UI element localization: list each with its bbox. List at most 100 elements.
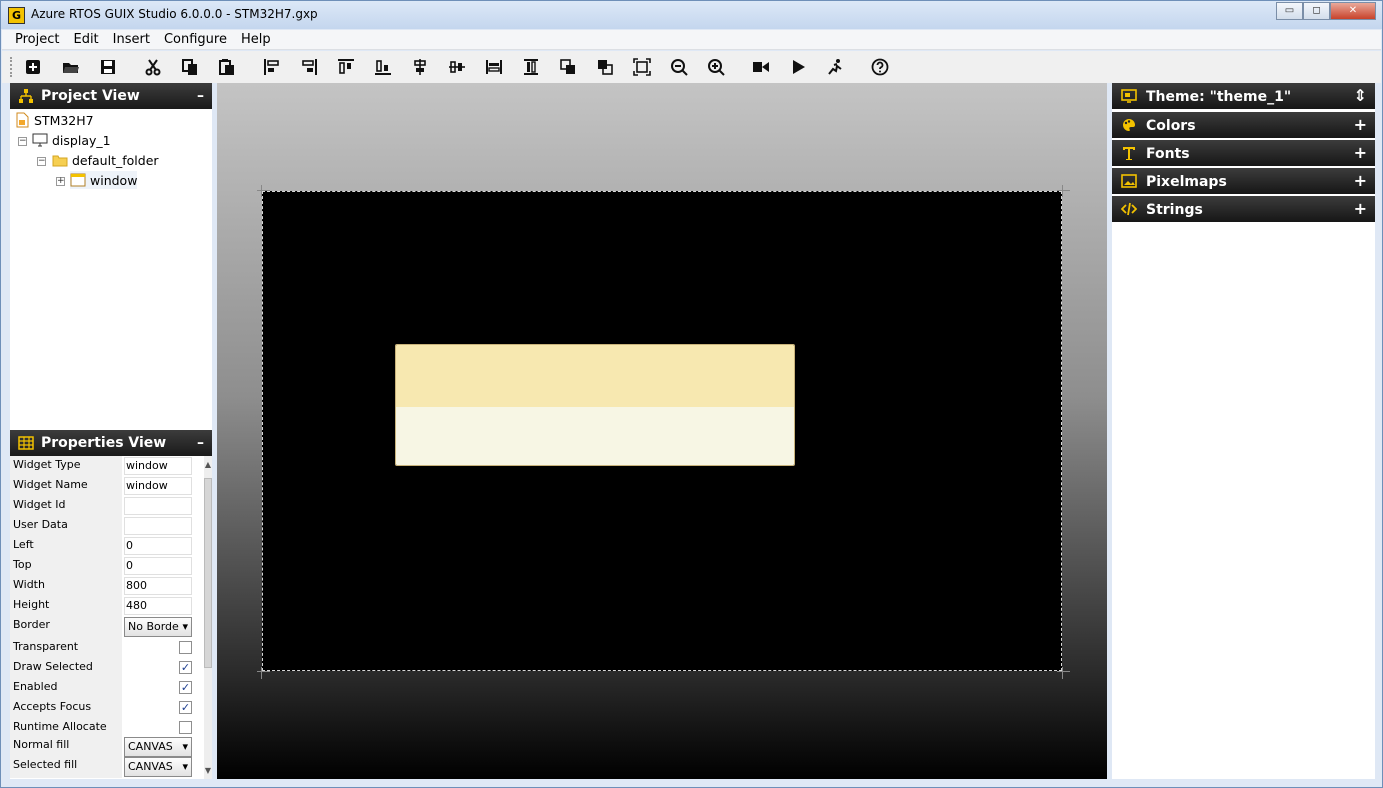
toolbar-grip[interactable]	[10, 57, 12, 77]
prop-row-left: Left 0	[10, 536, 194, 556]
prop-label: Border	[10, 616, 122, 638]
accepts-focus-checkbox[interactable]: ✓	[179, 701, 192, 714]
scrollbar-thumb[interactable]	[204, 478, 212, 668]
width-field[interactable]: 800	[124, 577, 192, 595]
fonts-header[interactable]: Fonts +	[1112, 140, 1375, 166]
properties-grid: Widget Type window Widget Name window Widg…	[10, 456, 212, 779]
vertical-center-icon[interactable]	[409, 56, 431, 78]
properties-scrollbar[interactable]: ▲ ▼	[204, 456, 212, 779]
height-field[interactable]: 480	[124, 597, 192, 615]
equal-width-icon[interactable]	[483, 56, 505, 78]
display-window[interactable]	[262, 191, 1062, 671]
border-select[interactable]: No Borde	[124, 617, 192, 637]
properties-view-collapse-button[interactable]: –	[197, 430, 204, 456]
prop-label: Widget Id	[10, 496, 122, 516]
tree-node-display[interactable]: display_1	[32, 131, 111, 149]
tree-node-label: window	[90, 172, 138, 188]
zoom-out-icon[interactable]	[668, 56, 690, 78]
project-view-collapse-button[interactable]: –	[197, 83, 204, 109]
selected-fill-select[interactable]: CANVAS	[124, 757, 192, 777]
colors-header[interactable]: Colors +	[1112, 112, 1375, 138]
equal-height-icon[interactable]	[520, 56, 542, 78]
crop-mark	[1062, 667, 1063, 679]
expander-collapse-icon[interactable]: −	[37, 157, 46, 166]
design-canvas-area[interactable]	[217, 83, 1107, 779]
tree-node-folder[interactable]: default_folder	[52, 151, 159, 169]
new-project-icon[interactable]	[22, 56, 44, 78]
move-to-back-icon[interactable]	[594, 56, 616, 78]
colors-expand-icon[interactable]: +	[1354, 112, 1367, 138]
runtime-allocate-checkbox[interactable]	[179, 721, 192, 734]
strings-expand-icon[interactable]: +	[1354, 196, 1367, 222]
menu-insert[interactable]: Insert	[106, 30, 157, 49]
paste-icon[interactable]	[216, 56, 238, 78]
record-macro-icon[interactable]	[750, 56, 772, 78]
open-folder-icon[interactable]	[60, 56, 82, 78]
menu-project[interactable]: Project	[8, 30, 66, 49]
widget-name-field[interactable]: window	[124, 477, 192, 495]
theme-header[interactable]: Theme: "theme_1" ⇕	[1112, 83, 1375, 109]
user-data-field[interactable]	[124, 517, 192, 535]
horizontal-center-icon[interactable]	[446, 56, 468, 78]
scroll-down-icon[interactable]: ▼	[204, 766, 212, 775]
prop-row-widget-name: Widget Name window	[10, 476, 194, 496]
play-icon[interactable]	[787, 56, 809, 78]
window-title: Azure RTOS GUIX Studio 6.0.0.0 - STM32H7…	[31, 7, 318, 21]
normal-fill-select[interactable]: CANVAS	[124, 737, 192, 757]
strings-label: Strings	[1146, 202, 1203, 218]
menu-help[interactable]: Help	[234, 30, 278, 49]
top-field[interactable]: 0	[124, 557, 192, 575]
crop-mark	[1062, 185, 1063, 197]
widget-id-field[interactable]	[124, 497, 192, 515]
window-icon	[70, 173, 86, 187]
fonts-expand-icon[interactable]: +	[1354, 140, 1367, 166]
widget-type-field[interactable]: window	[124, 457, 192, 475]
move-to-front-icon[interactable]	[557, 56, 579, 78]
tree-node-window[interactable]: window	[70, 171, 138, 189]
prop-row-width: Width 800	[10, 576, 194, 596]
prop-label: Transparent	[10, 638, 122, 658]
resource-panel: Theme: "theme_1" ⇕ Colors + Fonts + Pixe…	[1112, 83, 1375, 779]
maximize-button[interactable]: ◻	[1303, 2, 1330, 20]
align-bottom-icon[interactable]	[372, 56, 394, 78]
prop-row-draw-selected: Draw Selected ✓	[10, 658, 194, 678]
prop-row-runtime-allocate: Runtime Allocate	[10, 718, 194, 738]
prompt-widget[interactable]	[395, 344, 795, 466]
strings-header[interactable]: Strings +	[1112, 196, 1375, 222]
prop-row-widget-id: Widget Id	[10, 496, 194, 516]
image-icon	[1121, 174, 1137, 188]
grid-icon	[18, 436, 34, 450]
tree-node-project[interactable]: STM32H7	[14, 111, 94, 129]
prop-row-transparent: Transparent	[10, 638, 194, 658]
expander-expand-icon[interactable]: +	[56, 177, 65, 186]
menu-edit[interactable]: Edit	[66, 30, 105, 49]
align-left-icon[interactable]	[261, 56, 283, 78]
zoom-in-icon[interactable]	[705, 56, 727, 78]
scroll-up-icon[interactable]: ▲	[204, 460, 212, 469]
font-icon	[1123, 147, 1135, 160]
crop-mark	[257, 671, 270, 672]
folder-icon	[52, 155, 68, 167]
run-app-icon[interactable]	[824, 56, 846, 78]
size-to-fit-icon[interactable]	[631, 56, 653, 78]
align-top-icon[interactable]	[335, 56, 357, 78]
align-right-icon[interactable]	[298, 56, 320, 78]
prop-label: Runtime Allocate	[10, 718, 122, 738]
minimize-button[interactable]: ▭	[1276, 2, 1303, 20]
transparent-checkbox[interactable]	[179, 641, 192, 654]
help-icon[interactable]	[869, 56, 891, 78]
pixelmaps-expand-icon[interactable]: +	[1354, 168, 1367, 194]
theme-selector-icon[interactable]: ⇕	[1354, 83, 1367, 109]
copy-icon[interactable]	[179, 56, 201, 78]
enabled-checkbox[interactable]: ✓	[179, 681, 192, 694]
prop-row-widget-type: Widget Type window	[10, 456, 194, 476]
cut-icon[interactable]	[142, 56, 164, 78]
expander-collapse-icon[interactable]: −	[18, 137, 27, 146]
pixelmaps-header[interactable]: Pixelmaps +	[1112, 168, 1375, 194]
draw-selected-checkbox[interactable]: ✓	[179, 661, 192, 674]
prop-label: Widget Name	[10, 476, 122, 496]
save-icon[interactable]	[97, 56, 119, 78]
left-field[interactable]: 0	[124, 537, 192, 555]
close-button[interactable]: ✕	[1330, 2, 1376, 20]
menu-configure[interactable]: Configure	[157, 30, 234, 49]
